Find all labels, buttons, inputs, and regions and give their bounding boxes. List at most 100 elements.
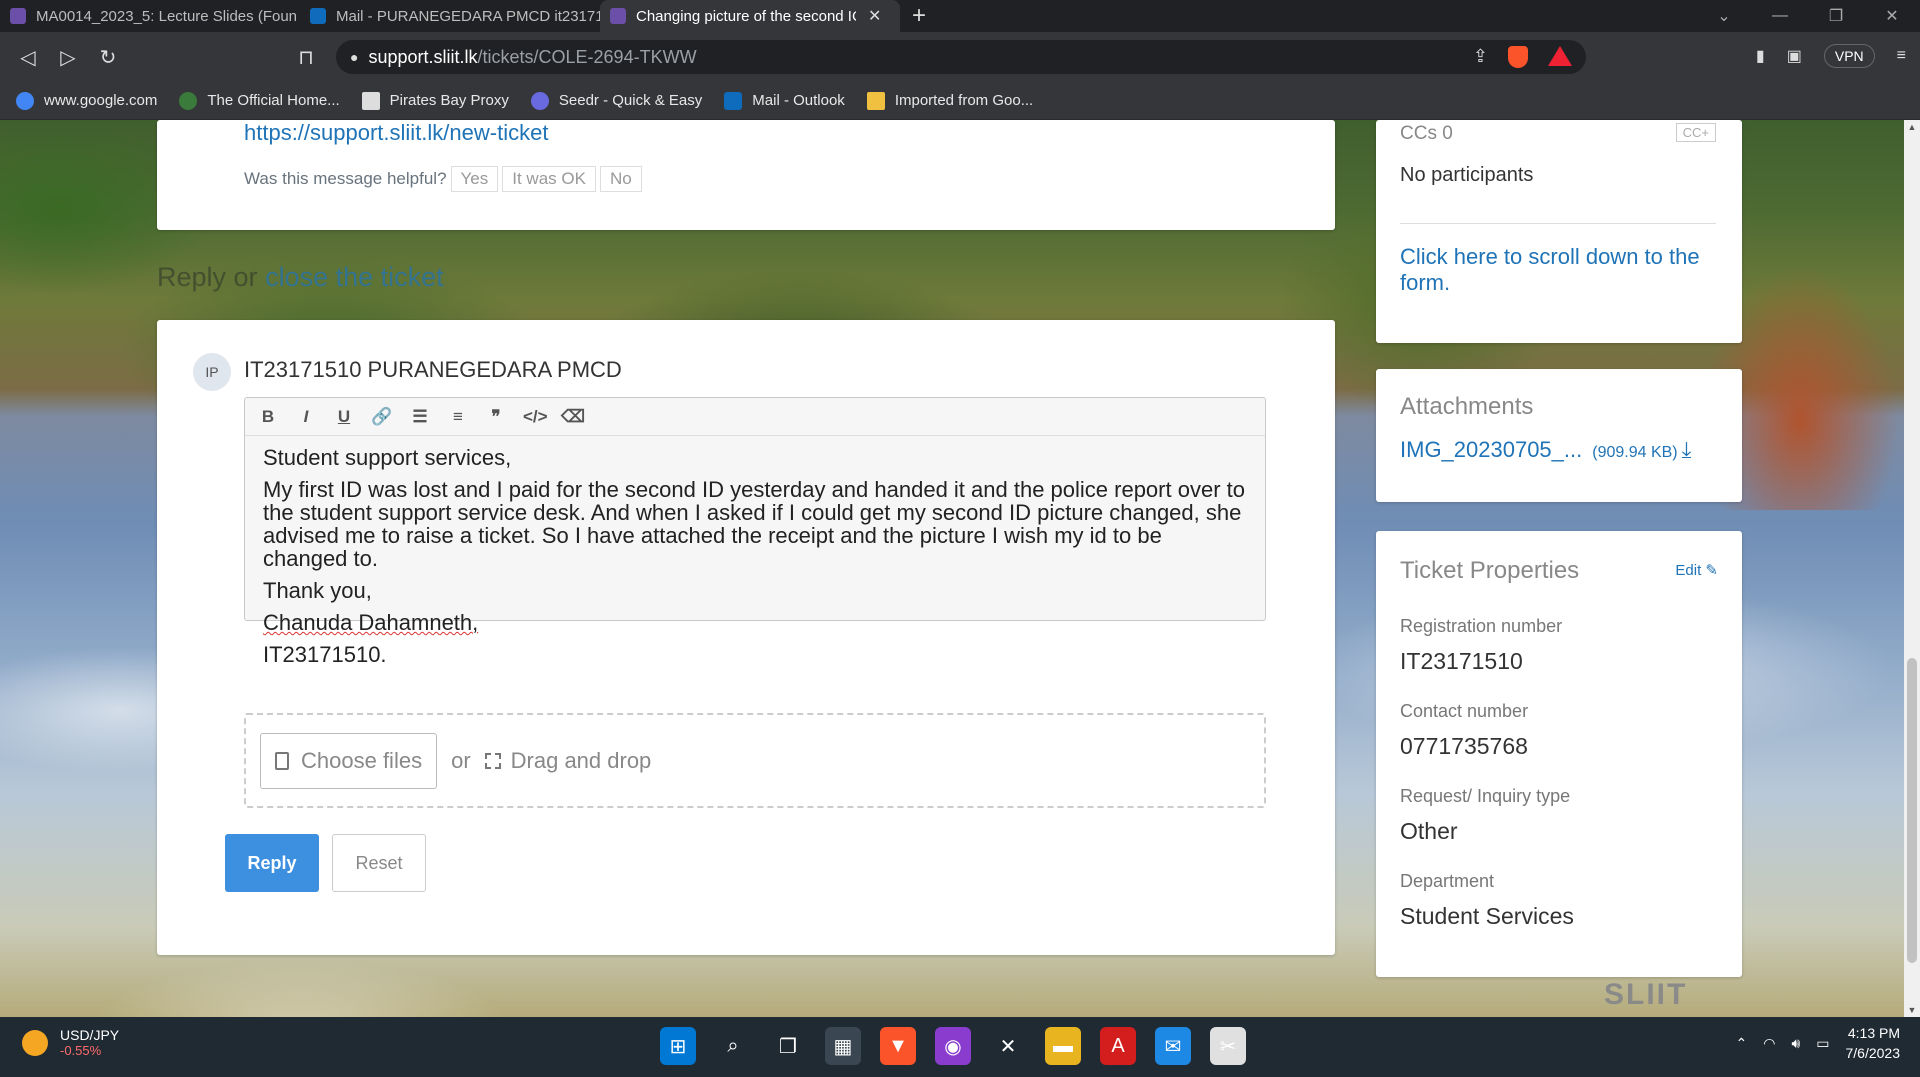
- mail-icon[interactable]: ✉: [1155, 1027, 1191, 1065]
- wifi-icon[interactable]: ◠: [1763, 1035, 1775, 1052]
- scrollbar-thumb[interactable]: [1907, 658, 1917, 963]
- add-cc-button[interactable]: CC+: [1675, 123, 1716, 142]
- reload-icon[interactable]: ↻: [88, 45, 128, 70]
- inquiry-type-label: Request/ Inquiry type: [1400, 786, 1571, 806]
- new-ticket-link[interactable]: https://support.sliit.lk/new-ticket: [244, 120, 548, 146]
- reply-button[interactable]: Reply: [225, 834, 319, 892]
- bold-icon[interactable]: B: [257, 407, 279, 427]
- department-value: Student Services: [1400, 903, 1574, 929]
- window-controls: ⌄ — ❐ ✕: [1696, 0, 1920, 32]
- vpn-button[interactable]: VPN: [1823, 44, 1875, 68]
- drag-drop-label: Drag and drop: [510, 747, 652, 773]
- forward-icon[interactable]: ▷: [48, 45, 88, 70]
- code-icon[interactable]: </>: [523, 407, 548, 427]
- helpful-yes-button[interactable]: Yes: [450, 166, 499, 192]
- page-scrollbar[interactable]: ▲ ▼: [1904, 120, 1920, 1017]
- minimize-icon[interactable]: —: [1752, 7, 1808, 25]
- wallet-icon[interactable]: ▣: [1787, 46, 1802, 66]
- contact-number-label: Contact number: [1400, 701, 1529, 721]
- avatar: IP: [193, 353, 231, 391]
- pencil-icon: ✎: [1705, 562, 1718, 579]
- previous-message-card: https://support.sliit.lk/new-ticket Was …: [157, 120, 1335, 230]
- scroll-up-icon[interactable]: ▲: [1904, 122, 1920, 132]
- editor-content[interactable]: Student support services, My first ID wa…: [245, 436, 1265, 685]
- back-icon[interactable]: ◁: [8, 45, 48, 70]
- bookmark-label: Pirates Bay Proxy: [389, 92, 509, 109]
- browser-tab-active-ticket[interactable]: Changing picture of the second IC ✕: [600, 0, 900, 32]
- stock-widget[interactable]: USD/JPY -0.55%: [22, 1027, 119, 1058]
- italic-icon[interactable]: I: [295, 407, 317, 427]
- edit-properties-button[interactable]: Edit ✎: [1675, 561, 1718, 579]
- bookmark-icon[interactable]: ⊓: [286, 45, 326, 70]
- address-bar[interactable]: ● support.sliit.lk /tickets/COLE-2694-TK…: [336, 40, 1586, 74]
- file-explorer-icon[interactable]: ▬: [1045, 1027, 1081, 1065]
- bookmark-seedr[interactable]: Seedr - Quick & Easy: [530, 91, 703, 110]
- scroll-down-icon[interactable]: ▼: [1904, 1005, 1920, 1015]
- share-icon[interactable]: ⇪: [1473, 46, 1488, 68]
- restore-icon[interactable]: ❐: [1808, 6, 1864, 26]
- reply-card: IP IT23171510 PURANEGEDARA PMCD B I U 🔗 …: [157, 320, 1335, 955]
- choose-files-button[interactable]: Choose files: [260, 732, 438, 789]
- scroll-to-form-link[interactable]: Click here to scroll down to the form.: [1400, 244, 1716, 296]
- bullet-list-icon[interactable]: ☰: [409, 407, 431, 427]
- browser-tab-mail[interactable]: Mail - PURANEGEDARA PMCD it23171: [300, 0, 600, 32]
- or-label: or: [451, 747, 471, 773]
- department-label: Department: [1400, 871, 1495, 891]
- bookmark-outlook[interactable]: Mail - Outlook: [724, 91, 845, 110]
- search-icon[interactable]: ⌕: [715, 1027, 751, 1065]
- camera-app-icon[interactable]: ◉: [935, 1027, 971, 1065]
- close-ticket-link[interactable]: close the ticket: [265, 262, 444, 292]
- bookmark-label: Seedr - Quick & Easy: [558, 92, 703, 109]
- tab-strip: MA0014_2023_5: Lecture Slides (Foun Mail…: [0, 0, 1920, 32]
- menu-icon[interactable]: ≡: [1897, 47, 1906, 65]
- clock[interactable]: 4:13 PM 7/6/2023: [1846, 1023, 1901, 1063]
- divider: [1400, 223, 1716, 224]
- brave-shields-icon[interactable]: [1508, 46, 1528, 68]
- xbox-icon[interactable]: ✕: [990, 1027, 1026, 1065]
- close-tab-icon[interactable]: ✕: [868, 6, 881, 26]
- sidebar-toggle-icon[interactable]: ▮: [1756, 46, 1765, 66]
- attachment-dropzone[interactable]: Choose files or Drag and drop: [244, 713, 1266, 808]
- bookmark-imported-folder[interactable]: Imported from Goo...: [866, 91, 1034, 110]
- reply-editor[interactable]: B I U 🔗 ☰ ≡ ❞ </> ⌫ Student support serv…: [244, 397, 1266, 666]
- volume-icon[interactable]: 🔊︎: [1791, 1035, 1800, 1052]
- acrobat-icon[interactable]: A: [1100, 1027, 1136, 1065]
- numbered-list-icon[interactable]: ≡: [447, 407, 469, 427]
- bookmark-pirates-bay[interactable]: Pirates Bay Proxy: [361, 91, 509, 110]
- store-icon[interactable]: ▦: [825, 1027, 861, 1065]
- drag-drop-icon: [484, 752, 501, 769]
- helpful-no-button[interactable]: No: [599, 166, 642, 192]
- attachment-link[interactable]: IMG_20230705_... (909.94 KB) ⤓: [1400, 437, 1691, 463]
- date: 7/6/2023: [1845, 1045, 1901, 1061]
- bookmark-label: The Official Home...: [207, 92, 340, 109]
- link-icon[interactable]: 🔗: [371, 407, 393, 427]
- reset-button[interactable]: Reset: [332, 834, 426, 892]
- tab-title: Changing picture of the second IC: [636, 7, 856, 25]
- helpful-ok-button[interactable]: It was OK: [502, 166, 596, 192]
- message-greeting: Student support services,: [263, 445, 512, 470]
- battery-icon[interactable]: ▭: [1816, 1035, 1829, 1052]
- attachments-title: Attachments: [1400, 393, 1534, 420]
- task-view-icon[interactable]: ❐: [770, 1027, 806, 1065]
- browser-tab-lecture-slides[interactable]: MA0014_2023_5: Lecture Slides (Foun: [0, 0, 300, 32]
- contact-number-value: 0771735768: [1400, 733, 1528, 759]
- download-icon[interactable]: ⤓: [1682, 437, 1692, 463]
- eraser-icon[interactable]: ⌫: [561, 407, 585, 427]
- tab-search-icon[interactable]: ⌄: [1696, 6, 1752, 26]
- brave-rewards-icon[interactable]: [1548, 46, 1572, 66]
- underline-icon[interactable]: U: [333, 407, 355, 427]
- bookmark-official-home[interactable]: The Official Home...: [179, 91, 340, 110]
- bookmark-google[interactable]: www.google.com: [16, 91, 157, 110]
- quote-icon[interactable]: ❞: [485, 407, 507, 427]
- new-tab-button[interactable]: +: [912, 2, 926, 30]
- windows-taskbar: USD/JPY -0.55% ⊞ ⌕ ❐ ▦ ▼ ◉ ✕ ▬ A ✉ ✂ ⌃ ◠…: [0, 1017, 1920, 1077]
- snipping-tool-icon[interactable]: ✂: [1210, 1027, 1246, 1065]
- outlook-icon: [724, 91, 743, 110]
- properties-title: Ticket Properties: [1400, 557, 1580, 584]
- close-window-icon[interactable]: ✕: [1864, 6, 1920, 26]
- brave-browser-icon[interactable]: ▼: [880, 1027, 916, 1065]
- bookmark-label: Imported from Goo...: [894, 92, 1034, 109]
- chevron-up-icon[interactable]: ⌃: [1735, 1035, 1747, 1052]
- start-icon[interactable]: ⊞: [660, 1027, 696, 1065]
- edit-label: Edit: [1675, 562, 1702, 579]
